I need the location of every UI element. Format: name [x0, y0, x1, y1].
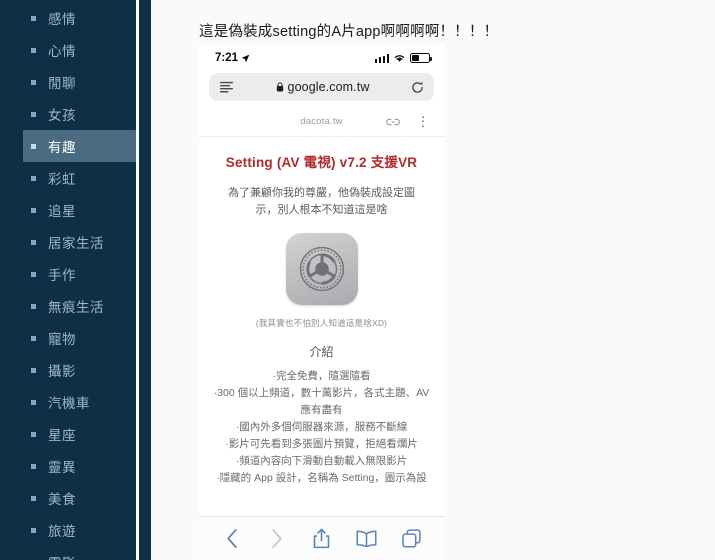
category-sidebar: 感情心情閒聊女孩有趣彩虹追星居家生活手作無痕生活寵物攝影汽機車星座靈異美食旅遊電…	[0, 0, 136, 560]
feature-item: ·300 個以上頻道，數十萬影片，各式主題、AV 應有盡有	[213, 387, 430, 417]
post-title: 這是偽裝成setting的A片app啊啊啊啊！！！！	[199, 24, 499, 40]
phone-status-bar: 7:21	[199, 45, 444, 71]
sidebar-item-label: 心情	[48, 44, 76, 59]
battery-icon	[410, 53, 433, 63]
sidebar-item-label: 手作	[48, 268, 76, 283]
sidebar-item-3[interactable]: 女孩	[23, 98, 136, 130]
main-content: 這是偽裝成setting的A片app啊啊啊啊！！！！ 7:21 google.c…	[151, 0, 715, 560]
sidebar-item-2[interactable]: 閒聊	[23, 66, 136, 98]
safari-bottom-toolbar	[199, 516, 444, 560]
bullet-icon	[31, 271, 36, 277]
sidebar-item-label: 追星	[48, 204, 76, 219]
location-arrow-icon	[241, 54, 250, 62]
article-body: Setting (AV 電視) v7.2 支援VR 為了兼顧你我的尊嚴，他偽裝成…	[199, 137, 444, 487]
bullet-icon	[31, 239, 36, 245]
amp-source-bar: dacota.tw	[199, 107, 444, 137]
sidebar-item-label: 旅遊	[48, 524, 76, 539]
bookmarks-icon[interactable]	[352, 524, 382, 554]
feature-item: ·影片可先看到多張圖片預覽，拒絕看爛片	[225, 438, 418, 451]
sidebar-item-label: 電影	[48, 552, 76, 560]
sidebar-item-label: 攝影	[48, 364, 76, 379]
bullet-icon	[31, 79, 36, 85]
tabs-icon[interactable]	[397, 524, 427, 554]
wifi-icon	[394, 55, 405, 62]
bullet-icon	[31, 495, 36, 501]
bullet-icon	[31, 175, 36, 181]
feature-item: ·頻道內容向下滑動自動載入無限影片	[235, 455, 408, 468]
ios-settings-gear-icon	[285, 233, 358, 306]
sidebar-item-label: 閒聊	[48, 76, 76, 91]
url-center: google.com.tw	[234, 80, 411, 94]
bullet-icon	[31, 335, 36, 341]
sidebar-item-9[interactable]: 無痕生活	[23, 290, 136, 322]
reader-view-icon[interactable]	[219, 81, 234, 93]
sidebar-item-1[interactable]: 心情	[23, 34, 136, 66]
sidebar-item-14[interactable]: 靈異	[23, 450, 136, 482]
page-root: 感情心情閒聊女孩有趣彩虹追星居家生活手作無痕生活寵物攝影汽機車星座靈異美食旅遊電…	[0, 0, 715, 560]
app-icon-wrap	[211, 233, 432, 306]
bullet-icon	[31, 303, 36, 309]
article-feature-list: ·完全免費，隨選隨看 ·300 個以上頻道，數十萬影片，各式主題、AV 應有盡有 ·…	[211, 368, 432, 487]
bullet-icon	[31, 399, 36, 405]
sidebar-item-5[interactable]: 彩虹	[23, 162, 136, 194]
amp-domain-label: dacota.tw	[300, 116, 343, 127]
bullet-icon	[31, 463, 36, 469]
sidebar-item-6[interactable]: 追星	[23, 194, 136, 226]
feature-item: ·完全免費，隨選隨看	[272, 370, 371, 383]
status-time: 7:21	[215, 52, 250, 64]
sidebar-right-edge	[139, 0, 151, 560]
sidebar-item-label: 感情	[48, 12, 76, 27]
sidebar-item-label: 有趣	[48, 140, 76, 155]
bullet-icon	[31, 143, 36, 149]
article-subheading: 介紹	[309, 345, 334, 360]
sidebar-item-label: 居家生活	[48, 236, 104, 251]
sidebar-item-15[interactable]: 美食	[23, 482, 136, 514]
sidebar-item-label: 彩虹	[48, 172, 76, 187]
article-note: (我其實也不怕別人知道這是啥XD)	[255, 318, 388, 329]
status-time-label: 7:21	[215, 52, 239, 64]
article-paragraph: 為了兼顧你我的尊嚴，他偽裝成設定圖示，別人根本不知道這是啥	[228, 187, 415, 217]
sidebar-item-label: 無痕生活	[48, 300, 104, 315]
url-text: google.com.tw	[287, 80, 370, 94]
sidebar-item-label: 寵物	[48, 332, 76, 347]
sidebar-item-label: 星座	[48, 428, 76, 443]
bullet-icon	[31, 15, 36, 21]
sidebar-item-11[interactable]: 攝影	[23, 354, 136, 386]
browser-url-bar[interactable]: google.com.tw	[209, 73, 434, 101]
sidebar-item-16[interactable]: 旅遊	[23, 514, 136, 546]
embedded-phone-screenshot: 7:21 google.com.tw dacota.tw Setting (AV…	[199, 45, 444, 560]
sidebar-item-8[interactable]: 手作	[23, 258, 136, 290]
bullet-icon	[31, 111, 36, 117]
forward-icon	[262, 524, 292, 554]
sidebar-item-label: 汽機車	[48, 396, 90, 411]
sidebar-item-4[interactable]: 有趣	[23, 130, 136, 162]
cellular-signal-icon	[374, 53, 389, 63]
sidebar-item-label: 女孩	[48, 108, 76, 123]
sidebar-item-17[interactable]: 電影	[23, 546, 136, 560]
reload-icon[interactable]	[411, 81, 424, 94]
sidebar-item-label: 靈異	[48, 460, 76, 475]
bullet-icon	[31, 207, 36, 213]
sidebar-item-10[interactable]: 寵物	[23, 322, 136, 354]
article-heading: Setting (AV 電視) v7.2 支援VR	[225, 155, 418, 170]
bullet-icon	[31, 367, 36, 373]
share-icon[interactable]	[307, 524, 337, 554]
sidebar-item-7[interactable]: 居家生活	[23, 226, 136, 258]
sidebar-item-13[interactable]: 星座	[23, 418, 136, 450]
more-vertical-icon[interactable]	[421, 115, 424, 128]
lock-icon	[276, 82, 283, 92]
bullet-icon	[31, 47, 36, 53]
sidebar-item-12[interactable]: 汽機車	[23, 386, 136, 418]
browser-url-bar-wrap: google.com.tw	[199, 71, 444, 107]
bullet-icon	[31, 431, 36, 437]
sidebar-item-label: 美食	[48, 492, 76, 507]
status-indicators	[374, 53, 433, 63]
sidebar-item-0[interactable]: 感情	[23, 2, 136, 34]
bullet-icon	[31, 527, 36, 533]
feature-item: ·國內外多個伺服器來源，服務不斷線	[235, 421, 408, 434]
feature-item: ·隱藏的 App 設計，名稱為 Setting，圖示為設	[216, 472, 427, 485]
back-icon[interactable]	[217, 524, 247, 554]
link-icon[interactable]	[386, 118, 400, 126]
